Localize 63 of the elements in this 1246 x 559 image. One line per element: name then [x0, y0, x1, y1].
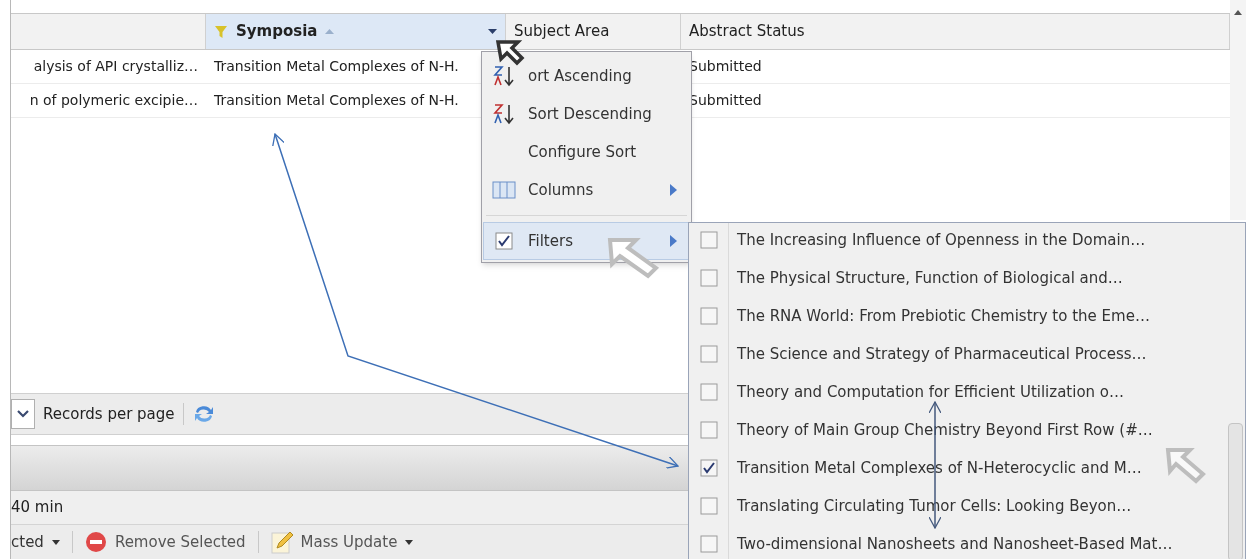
checkbox[interactable]: [699, 231, 718, 249]
checkbox[interactable]: [699, 459, 718, 477]
menu-label: Sort Descending: [528, 103, 653, 125]
table-cell-text: Submitted: [689, 57, 762, 76]
caret-icon: [51, 539, 60, 545]
filter-label: The Increasing Influence of Openness in the Domain…: [736, 229, 1146, 251]
scrollbar-thumb[interactable]: [1228, 423, 1243, 559]
filter-option[interactable]: The Increasing Influence of Openness in the Domain…: [689, 223, 1227, 259]
page-size-dropdown[interactable]: [11, 399, 35, 429]
records-per-page-label: Records per page: [43, 403, 175, 425]
table-cell-text: n of polymeric excipie…: [29, 91, 198, 110]
menu-item[interactable]: Configure Sort: [483, 133, 690, 171]
menu-item[interactable]: Columns: [483, 171, 690, 209]
filter-label: The Science and Strategy of Pharmaceutical Process…: [736, 343, 1147, 365]
filter-option[interactable]: The Physical Structure, Function of Biological and…: [689, 259, 1227, 297]
scroll-up-icon[interactable]: [1234, 10, 1242, 15]
column-title: Subject Area: [514, 21, 610, 43]
cursor-icon: [1165, 448, 1206, 484]
checkbox[interactable]: [699, 421, 718, 439]
checkbox[interactable]: [699, 269, 718, 287]
cursor-icon: [495, 40, 525, 66]
checkbox[interactable]: [699, 497, 718, 515]
table-cell-text: Submitted: [689, 91, 762, 110]
sort-ascending-icon: [493, 65, 515, 87]
menu-label: ort Ascending: [528, 65, 633, 87]
column-title: Abstract Status: [689, 21, 805, 43]
filter-label: The Physical Structure, Function of Biological and…: [736, 267, 1123, 289]
cursor-icon: [607, 238, 660, 279]
remove-icon: [84, 531, 107, 553]
table-cell-text: alysis of API crystalliz…: [33, 57, 198, 76]
sort-descending-icon: [493, 103, 515, 125]
caret-icon: [405, 539, 414, 545]
checkbox[interactable]: [699, 383, 718, 401]
filter-option[interactable]: Theory and Computation for Efficient Utilization o…: [689, 373, 1227, 411]
pencil-icon: [270, 530, 293, 554]
filter-label: Two-dimensional Nanosheets and Nanosheet-Based Mat…: [736, 533, 1173, 555]
toolbar-button[interactable]: Mass Update: [270, 528, 414, 556]
checkbox[interactable]: [699, 307, 718, 325]
toolbar-button[interactable]: cted: [11, 528, 60, 556]
menu-label: Columns: [528, 179, 595, 201]
column-header[interactable]: Symposia: [206, 14, 506, 49]
checkbox[interactable]: [699, 345, 718, 363]
checkbox[interactable]: [699, 535, 718, 553]
columns-icon: [492, 181, 516, 199]
filter-option[interactable]: Two-dimensional Nanosheets and Nanosheet-Based Mat…: [689, 525, 1227, 559]
menu-label: Configure Sort: [528, 141, 638, 163]
filter-label: Theory and Computation for Efficient Utilization o…: [736, 381, 1125, 403]
duration-text: 40 min: [11, 497, 64, 519]
menu-item[interactable]: ort Ascending: [483, 57, 690, 95]
submenu-arrow-icon: [670, 235, 677, 247]
dropdown-caret-icon[interactable]: [488, 29, 497, 34]
table-cell-text: Transition Metal Complexes of N-H.: [214, 57, 459, 76]
toolbar-button[interactable]: Remove Selected: [84, 528, 246, 556]
filter-label: The RNA World: From Prebiotic Chemistry to the Eme…: [736, 305, 1150, 327]
filter-option[interactable]: The Science and Strategy of Pharmaceutical Process…: [689, 335, 1227, 373]
table-cell-text: Transition Metal Complexes of N-H.: [214, 91, 459, 110]
filter-option[interactable]: The RNA World: From Prebiotic Chemistry to the Eme…: [689, 297, 1227, 335]
menu-item[interactable]: Sort Descending: [483, 95, 690, 133]
submenu-arrow-icon: [670, 184, 677, 196]
scrollbar[interactable]: [1230, 0, 1246, 220]
menu-label: Filters: [528, 230, 574, 252]
column-title: Symposia: [236, 21, 318, 43]
chevron-down-icon: [17, 410, 29, 418]
